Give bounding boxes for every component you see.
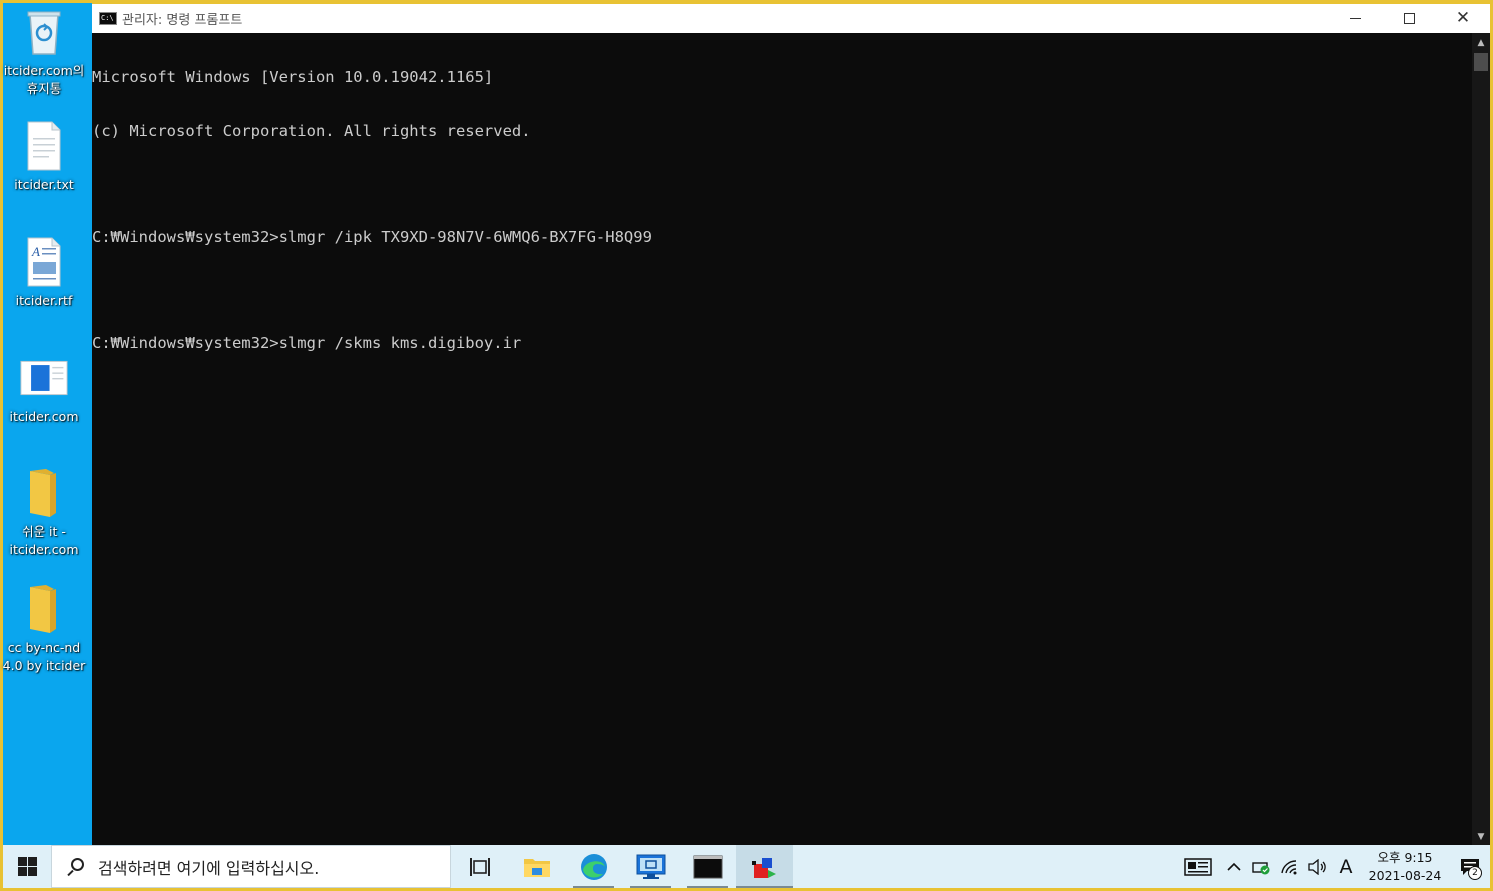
- folder-icon: [20, 583, 68, 635]
- scrollbar-thumb[interactable]: [1474, 53, 1488, 71]
- terminal-icon: [693, 855, 722, 878]
- desktop: itcider.com의 휴지통 itcider.txt A itcider.r…: [0, 0, 92, 845]
- news-icon: [1184, 857, 1212, 876]
- recycle-bin-icon: [20, 6, 68, 58]
- window-title: 관리자: 명령 프롬프트: [122, 13, 243, 28]
- desktop-icon-label: 쉬운 it - itcider.com: [9, 524, 79, 557]
- start-button[interactable]: [3, 845, 51, 888]
- speaker-icon: [1308, 858, 1326, 875]
- desktop-icon-itcider-rtf[interactable]: A itcider.rtf: [2, 236, 86, 310]
- close-icon: ✕: [1455, 8, 1471, 28]
- desktop-icon-folder-cc[interactable]: cc by-nc-nd 4.0 by itcider: [2, 583, 86, 675]
- action-center-button[interactable]: 2: [1450, 845, 1490, 888]
- scroll-up-icon[interactable]: ▲: [1472, 35, 1490, 51]
- remote-desktop-icon: [636, 854, 665, 879]
- clock-date: 2021-08-24: [1368, 867, 1442, 883]
- desktop-icon-label: itcider.com: [9, 409, 79, 424]
- news-interests-button[interactable]: [1176, 845, 1220, 888]
- vertical-scrollbar[interactable]: ▲ ▼: [1472, 33, 1490, 845]
- text-file-icon: [20, 120, 68, 172]
- input-indicator[interactable]: A: [1332, 845, 1360, 888]
- desktop-icon-itcider-com[interactable]: itcider.com: [2, 352, 86, 426]
- taskbar-search-box[interactable]: 검색하려면 여기에 입력하십시오.: [51, 845, 451, 888]
- windows-logo-icon: [17, 857, 37, 876]
- svg-text:A: A: [31, 244, 40, 259]
- show-hidden-icons-button[interactable]: [1220, 845, 1248, 888]
- rtf-file-icon: A: [20, 236, 68, 288]
- cube-app-icon: [751, 857, 776, 878]
- minimize-button[interactable]: [1328, 4, 1382, 33]
- console-line: C:₩Windows₩system32>slmgr /skms kms.digi…: [92, 333, 522, 352]
- desktop-icon-itcider-txt[interactable]: itcider.txt: [2, 120, 86, 194]
- desktop-icon-recycle-bin[interactable]: itcider.com의 휴지통: [2, 6, 86, 98]
- desktop-icon-folder-easy-it[interactable]: 쉬운 it - itcider.com: [2, 467, 86, 559]
- folder-icon: [20, 467, 68, 519]
- taskbar-file-explorer[interactable]: [508, 845, 565, 888]
- system-tray: A 오후 9:15 2021-08-24 2: [1176, 845, 1490, 888]
- window-titlebar[interactable]: 관리자: 명령 프롬프트 ✕: [92, 4, 1490, 33]
- edge-icon: [580, 853, 607, 880]
- wifi-icon: [1281, 859, 1297, 874]
- minimize-icon: [1349, 18, 1361, 19]
- terminal-icon: [99, 12, 117, 25]
- desktop-icon-label: itcider.txt: [14, 177, 74, 192]
- desktop-icon-label: itcider.com의 휴지통: [3, 63, 85, 96]
- clock[interactable]: 오후 9:15 2021-08-24: [1360, 845, 1450, 888]
- folder-icon: [523, 858, 550, 877]
- task-view-icon: [469, 857, 490, 876]
- desktop-icon-label: cc by-nc-nd 4.0 by itcider: [2, 640, 86, 673]
- taskbar: 검색하려면 여기에 입력하십시오. A 오후 9:15 2021-08-24 2: [3, 845, 1490, 888]
- search-placeholder: 검색하려면 여기에 입력하십시오.: [98, 858, 320, 878]
- console-line: (c) Microsoft Corporation. All rights re…: [92, 121, 531, 140]
- taskbar-cube-app[interactable]: [736, 845, 793, 888]
- clock-time: 오후 9:15: [1377, 849, 1433, 865]
- network-button[interactable]: [1276, 845, 1304, 888]
- security-tray-button[interactable]: [1248, 845, 1276, 888]
- search-icon: [66, 857, 84, 876]
- close-button[interactable]: ✕: [1436, 4, 1490, 33]
- notification-count-badge: 2: [1468, 866, 1482, 880]
- chevron-up-icon: [1227, 862, 1241, 871]
- scroll-down-icon[interactable]: ▼: [1472, 829, 1490, 845]
- console-line: Microsoft Windows [Version 10.0.19042.11…: [92, 68, 494, 87]
- web-shortcut-icon: [20, 352, 68, 404]
- taskbar-task-view[interactable]: [451, 845, 508, 888]
- maximize-icon: [1403, 13, 1415, 24]
- desktop-icon-label: itcider.rtf: [15, 293, 73, 308]
- taskbar-command-prompt[interactable]: [679, 845, 736, 888]
- battery-shield-icon: [1252, 861, 1270, 874]
- taskbar-remote-desktop[interactable]: [622, 845, 679, 888]
- console-output[interactable]: Microsoft Windows [Version 10.0.19042.11…: [92, 33, 1472, 845]
- taskbar-edge[interactable]: [565, 845, 622, 888]
- maximize-button[interactable]: [1382, 4, 1436, 33]
- volume-button[interactable]: [1304, 845, 1332, 888]
- console-line: C:₩Windows₩system32>slmgr /ipk TX9XD-98N…: [92, 227, 652, 246]
- command-prompt-window[interactable]: 관리자: 명령 프롬프트 ✕ Microsoft Windows [Versio…: [92, 3, 1490, 845]
